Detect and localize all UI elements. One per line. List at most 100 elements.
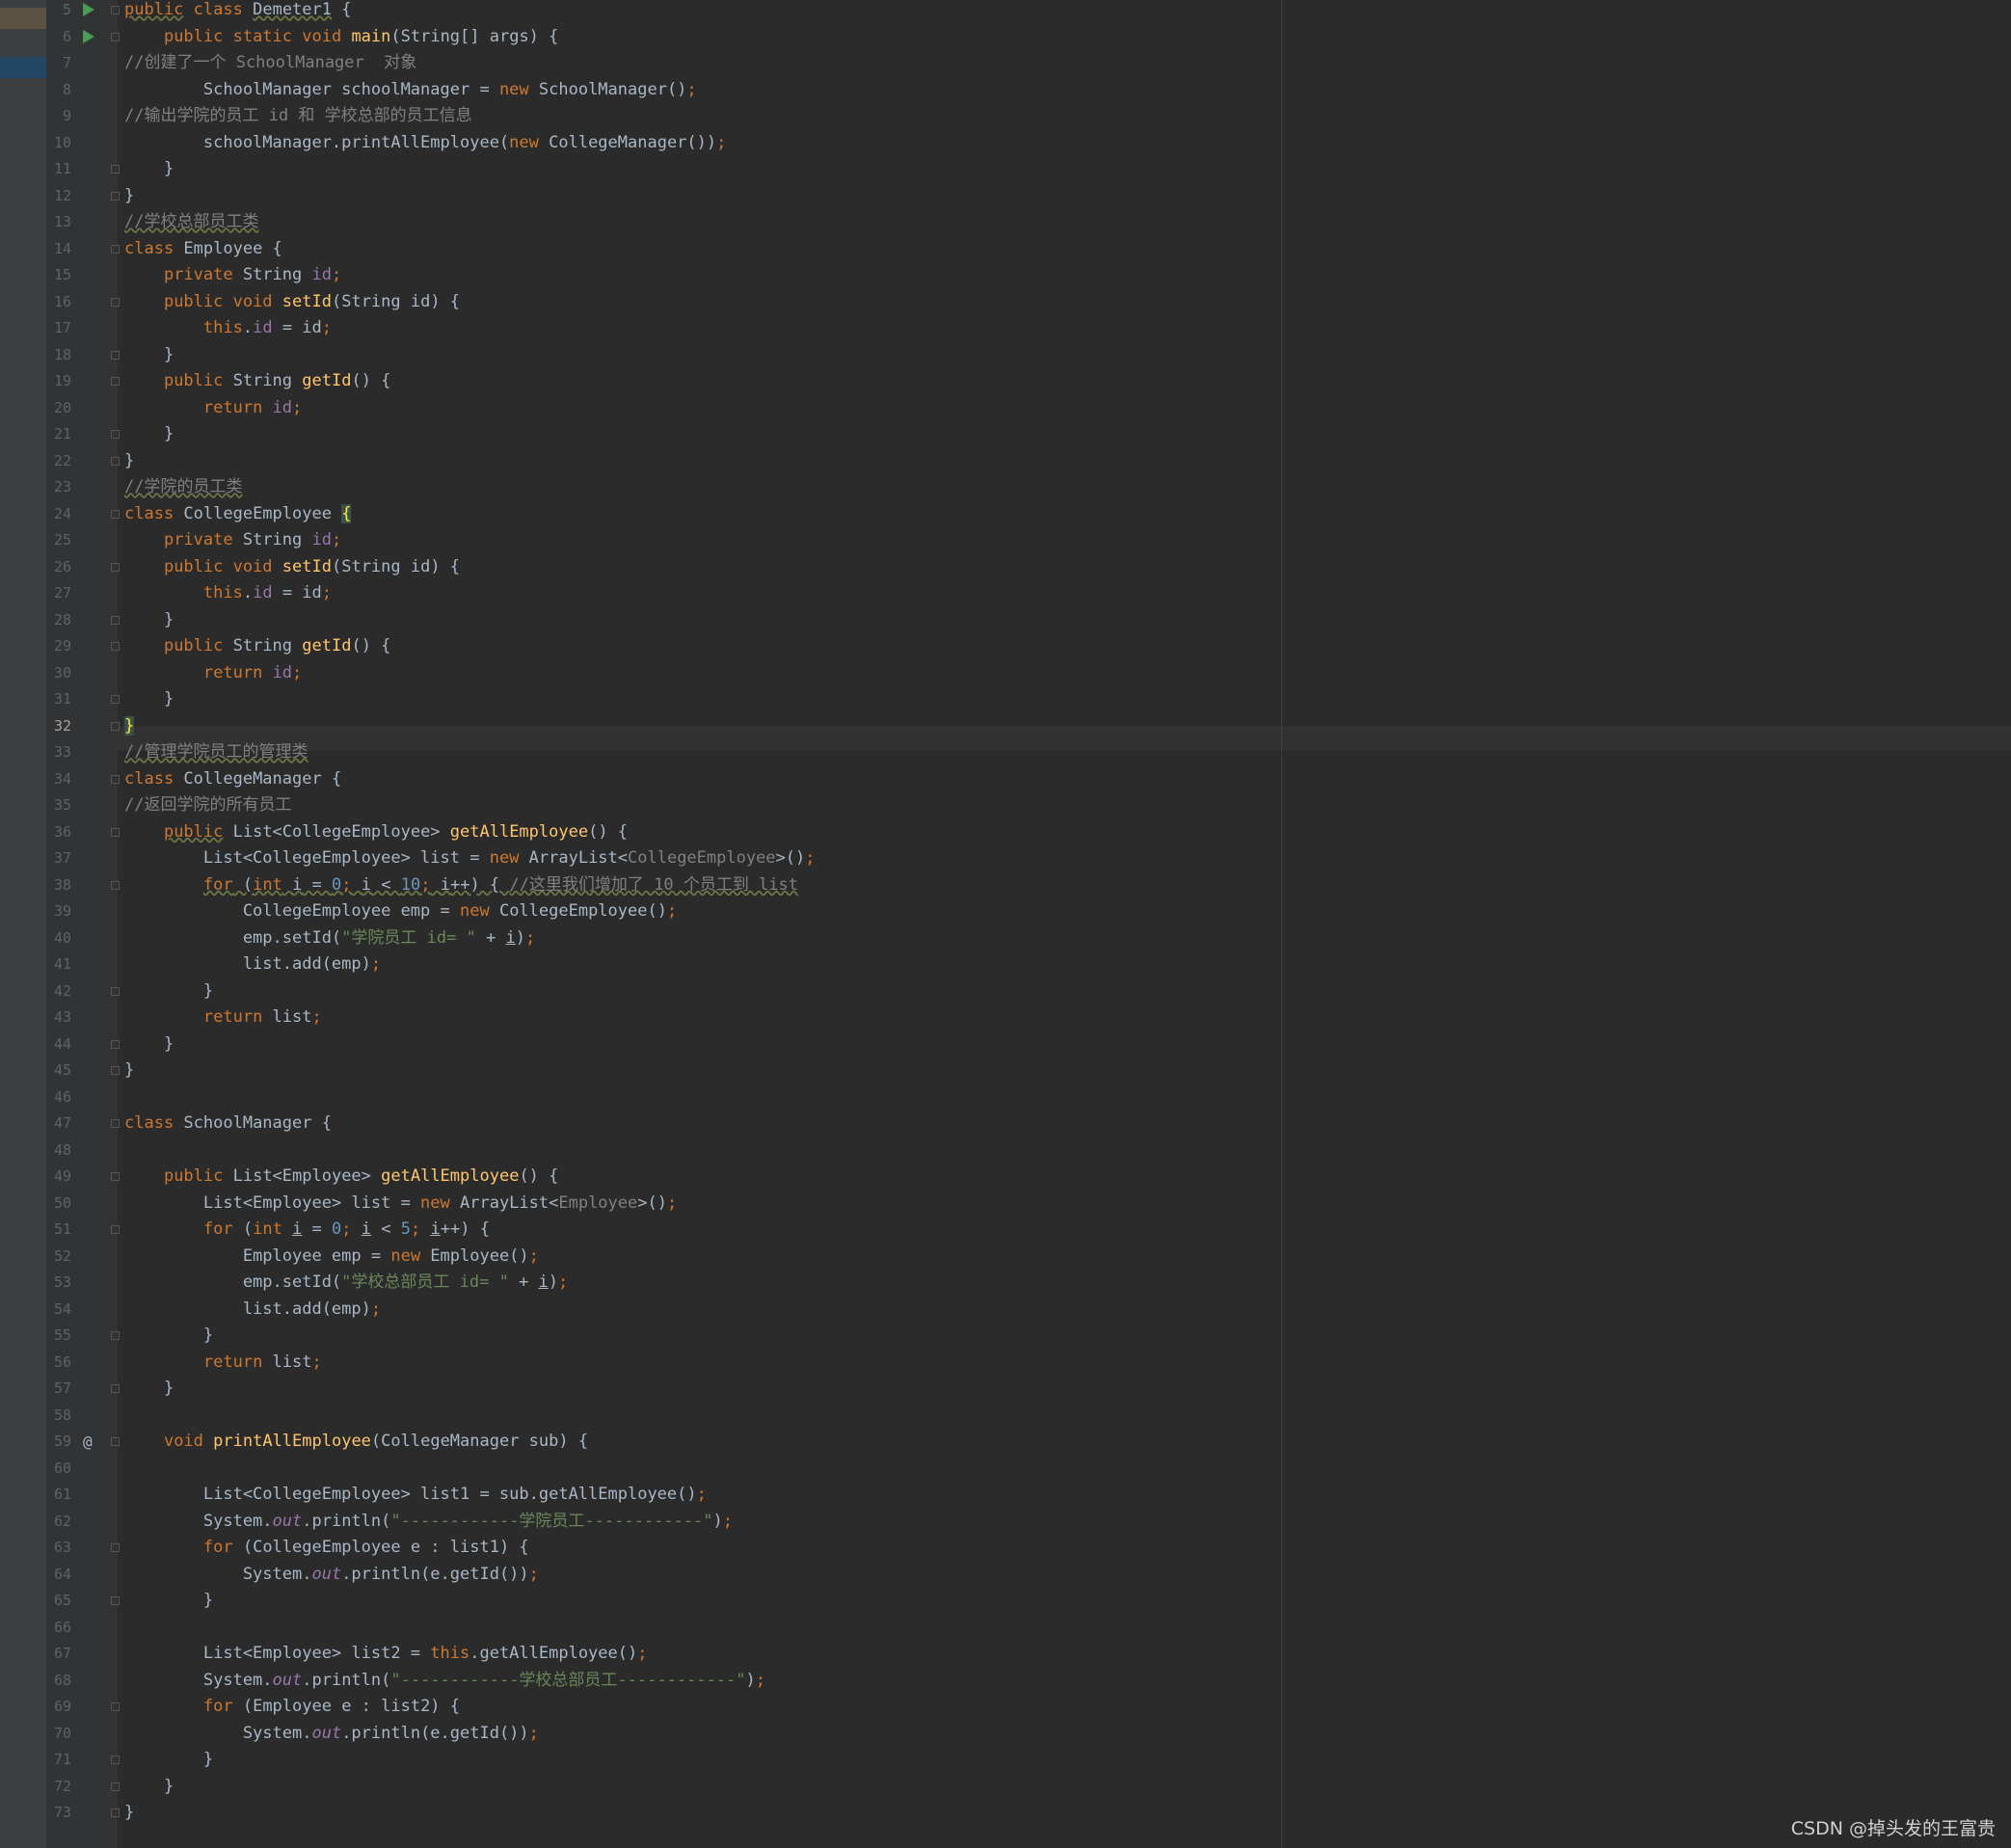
line-number[interactable]: 19 bbox=[46, 368, 71, 395]
code-line[interactable]: 58 bbox=[0, 1403, 2011, 1430]
code-line[interactable]: 55 } bbox=[0, 1323, 2011, 1350]
code-line[interactable]: 71 } bbox=[0, 1747, 2011, 1774]
code-line[interactable]: 34 class CollegeManager { bbox=[0, 766, 2011, 793]
fold-marker-icon[interactable] bbox=[111, 1331, 120, 1340]
line-number[interactable]: 9 bbox=[46, 103, 71, 130]
line-number[interactable]: 32 bbox=[46, 713, 71, 740]
code-line[interactable]: 70 System.out.println(e.getId()); bbox=[0, 1721, 2011, 1748]
line-number[interactable]: 13 bbox=[46, 209, 71, 236]
code-text[interactable]: } bbox=[124, 607, 174, 634]
line-number[interactable]: 17 bbox=[46, 315, 71, 342]
code-text[interactable]: return list; bbox=[124, 1350, 322, 1377]
code-line[interactable]: 7 //创建了一个 SchoolManager 对象 bbox=[0, 50, 2011, 77]
code-line[interactable]: 63 for (CollegeEmployee e : list1) { bbox=[0, 1535, 2011, 1562]
line-number[interactable]: 16 bbox=[46, 289, 71, 316]
fold-marker-icon[interactable] bbox=[111, 1543, 120, 1552]
line-number[interactable]: 27 bbox=[46, 580, 71, 607]
code-line[interactable]: 36 public List<CollegeEmployee> getAllEm… bbox=[0, 819, 2011, 846]
fold-marker-icon[interactable] bbox=[111, 695, 120, 704]
code-line[interactable]: 37 List<CollegeEmployee> list = new Arra… bbox=[0, 845, 2011, 872]
code-line[interactable]: 50 List<Employee> list = new ArrayList<E… bbox=[0, 1191, 2011, 1218]
line-number[interactable]: 43 bbox=[46, 1004, 71, 1031]
code-line[interactable]: 62 System.out.println("------------学院员工-… bbox=[0, 1509, 2011, 1536]
line-number[interactable]: 55 bbox=[46, 1323, 71, 1350]
line-number[interactable]: 48 bbox=[46, 1138, 71, 1165]
line-number[interactable]: 60 bbox=[46, 1456, 71, 1483]
code-text[interactable]: list.add(emp); bbox=[124, 1297, 381, 1324]
code-text[interactable]: List<CollegeEmployee> list1 = sub.getAll… bbox=[124, 1482, 707, 1509]
fold-marker-icon[interactable] bbox=[111, 297, 120, 307]
line-number[interactable]: 67 bbox=[46, 1641, 71, 1668]
code-text[interactable]: private String id; bbox=[124, 262, 341, 289]
fold-marker-icon[interactable] bbox=[111, 721, 120, 731]
code-line[interactable]: 57 } bbox=[0, 1376, 2011, 1403]
code-text[interactable]: List<Employee> list = new ArrayList<Empl… bbox=[124, 1191, 677, 1218]
line-number[interactable]: 8 bbox=[46, 77, 71, 104]
code-line[interactable]: 45} bbox=[0, 1058, 2011, 1085]
fold-marker-icon[interactable] bbox=[111, 1755, 120, 1764]
fold-marker-icon[interactable] bbox=[111, 562, 120, 572]
code-line[interactable]: 29 public String getId() { bbox=[0, 633, 2011, 660]
code-text[interactable]: } bbox=[124, 1323, 213, 1350]
line-number[interactable]: 35 bbox=[46, 792, 71, 819]
line-number[interactable]: 51 bbox=[46, 1217, 71, 1244]
code-line[interactable]: 22} bbox=[0, 448, 2011, 475]
code-text[interactable]: public String getId() { bbox=[124, 633, 390, 660]
code-text[interactable]: return id; bbox=[124, 395, 302, 422]
code-line[interactable]: 32} bbox=[0, 713, 2011, 740]
fold-marker-icon[interactable] bbox=[111, 430, 120, 439]
line-number[interactable]: 52 bbox=[46, 1244, 71, 1271]
code-text[interactable]: } bbox=[124, 1376, 174, 1403]
fold-marker-icon[interactable] bbox=[111, 244, 120, 254]
fold-marker-icon[interactable] bbox=[111, 6, 120, 14]
line-number[interactable]: 25 bbox=[46, 527, 71, 554]
fold-marker-icon[interactable] bbox=[111, 1119, 120, 1128]
code-text[interactable]: System.out.println("------------学院员工----… bbox=[124, 1509, 733, 1536]
code-text[interactable]: private String id; bbox=[124, 527, 341, 554]
fold-marker-icon[interactable] bbox=[111, 1437, 120, 1446]
code-text[interactable]: System.out.println(e.getId()); bbox=[124, 1721, 539, 1748]
line-number[interactable]: 20 bbox=[46, 395, 71, 422]
fold-marker-icon[interactable] bbox=[111, 191, 120, 201]
code-text[interactable]: //输出学院的员工 id 和 学校总部的员工信息 bbox=[124, 103, 472, 130]
code-text[interactable]: public void setId(String id) { bbox=[124, 289, 460, 316]
line-number[interactable]: 68 bbox=[46, 1668, 71, 1695]
code-line[interactable]: 39 CollegeEmployee emp = new CollegeEmpl… bbox=[0, 898, 2011, 925]
fold-marker-icon[interactable] bbox=[111, 1781, 120, 1791]
fold-marker-icon[interactable] bbox=[111, 377, 120, 386]
line-number[interactable]: 65 bbox=[46, 1588, 71, 1615]
code-text[interactable]: //学校总部员工类 bbox=[124, 209, 258, 236]
code-line[interactable]: 48 bbox=[0, 1138, 2011, 1165]
line-number[interactable]: 33 bbox=[46, 739, 71, 766]
code-line[interactable]: 40 emp.setId("学院员工 id= " + i); bbox=[0, 925, 2011, 952]
override-icon[interactable]: @ bbox=[83, 1429, 93, 1456]
line-number[interactable]: 28 bbox=[46, 607, 71, 634]
code-text[interactable]: } bbox=[124, 1588, 213, 1615]
line-number[interactable]: 46 bbox=[46, 1085, 71, 1111]
code-text[interactable]: void printAllEmployee(CollegeManager sub… bbox=[124, 1429, 588, 1456]
fold-marker-icon[interactable] bbox=[111, 509, 120, 519]
code-text[interactable]: public class Demeter1 { bbox=[124, 0, 351, 24]
code-line[interactable]: 44 } bbox=[0, 1031, 2011, 1058]
line-number[interactable]: 73 bbox=[46, 1800, 71, 1827]
code-line[interactable]: 64 System.out.println(e.getId()); bbox=[0, 1562, 2011, 1589]
code-line[interactable]: 49 public List<Employee> getAllEmployee(… bbox=[0, 1164, 2011, 1191]
code-text[interactable]: return id; bbox=[124, 660, 302, 687]
code-text[interactable]: } bbox=[124, 1031, 174, 1058]
line-number[interactable]: 31 bbox=[46, 686, 71, 713]
fold-marker-icon[interactable] bbox=[111, 350, 120, 360]
fold-marker-icon[interactable] bbox=[111, 1702, 120, 1711]
line-number[interactable]: 44 bbox=[46, 1031, 71, 1058]
code-line[interactable]: 33 //管理学院员工的管理类 bbox=[0, 739, 2011, 766]
line-number[interactable]: 41 bbox=[46, 951, 71, 978]
line-number[interactable]: 47 bbox=[46, 1111, 71, 1138]
code-text[interactable]: public static void main(String[] args) { bbox=[124, 24, 558, 51]
line-number[interactable]: 34 bbox=[46, 766, 71, 793]
line-number[interactable]: 54 bbox=[46, 1297, 71, 1324]
code-line[interactable]: 65 } bbox=[0, 1588, 2011, 1615]
code-text[interactable]: this.id = id; bbox=[124, 580, 332, 607]
code-text[interactable]: //管理学院员工的管理类 bbox=[124, 739, 308, 766]
code-text[interactable]: List<Employee> list2 = this.getAllEmploy… bbox=[124, 1641, 648, 1668]
code-text[interactable]: } bbox=[124, 1800, 134, 1827]
code-text[interactable]: class SchoolManager { bbox=[124, 1111, 332, 1138]
